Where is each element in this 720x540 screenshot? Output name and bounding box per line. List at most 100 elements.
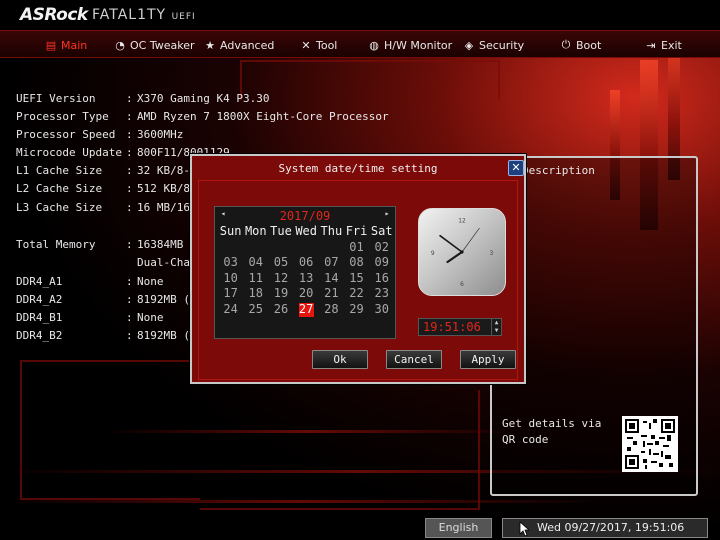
dialog-title: System date/time setting [278,162,438,175]
product-name: FATAL1TY [92,7,167,23]
product-suffix: UEFI [171,12,196,22]
main-nav: ▤ Main ◔ OC Tweaker ★ Advanced ✕ Tool ◍ … [0,30,720,58]
calendar-day[interactable]: 11 [243,271,268,287]
calendar-day[interactable]: 15 [344,271,369,287]
mouse-cursor-icon [519,521,529,537]
info-separator: : [126,311,133,324]
calendar-day[interactable]: 14 [319,271,344,287]
calendar-day[interactable]: 25 [243,302,268,318]
gauge-icon: ◍ [369,38,379,52]
ok-button[interactable]: Ok [312,350,368,369]
datetime-display[interactable]: Wed 09/27/2017, 19:51:06 [502,518,708,538]
calendar-day[interactable]: 21 [319,286,344,302]
calendar-day[interactable]: 09 [369,255,394,271]
calendar-day[interactable]: 24 [218,302,243,318]
calendar-day[interactable]: 03 [218,255,243,271]
qr-caption: Get details via QR code [502,417,602,446]
next-month-button[interactable]: ▸ [381,209,393,218]
spin-up-icon[interactable]: ▲ [492,319,501,327]
info-separator: : [126,92,133,105]
spin-down-icon[interactable]: ▼ [492,327,501,335]
star-icon: ★ [205,38,215,52]
calendar-day[interactable]: 02 [369,240,394,256]
tab-label: Exit [661,38,682,52]
clock-mark: 6 [460,282,464,288]
time-spinner[interactable]: ▲ ▼ [491,319,501,335]
info-key: Microcode Update [16,146,122,159]
info-value: None [137,275,164,288]
tab-label: Boot [576,38,602,52]
calendar-day[interactable]: 13 [294,271,319,287]
weekday-header: Wed [295,224,317,238]
calendar-day [319,240,344,256]
cancel-button[interactable]: Cancel [386,350,442,369]
analog-clock: 12 3 6 9 [418,208,506,296]
calendar-day[interactable]: 26 [268,302,293,318]
info-key: DDR4_A2 [16,293,63,306]
clock-mark: 9 [431,251,435,257]
calendar-day[interactable]: 18 [243,286,268,302]
language-button[interactable]: English [425,518,492,538]
weekday-header: Mon [244,224,267,238]
info-separator: : [126,201,133,214]
info-value: 3600MHz [137,128,184,141]
info-separator: : [126,164,133,177]
calendar-day[interactable]: 29 [344,302,369,318]
info-separator: : [126,128,133,141]
calendar-day[interactable]: 06 [294,255,319,271]
tab-security[interactable]: ◈ Security [463,34,524,56]
weekday-header: Fri [345,224,368,238]
power-icon: ⏻ [561,38,571,51]
calendar-day[interactable]: 28 [319,302,344,318]
tab-exit[interactable]: ⇥ Exit [645,34,682,56]
calendar-grid: Sun Mon Tue Wed Thu Fri Sat 01 02 03 04 05 06 07 08 09 1… [218,224,394,318]
tab-hw-monitor[interactable]: ◍ H/W Monitor [368,34,452,56]
info-separator: : [126,238,133,251]
info-key: DDR4_B1 [16,311,63,324]
info-separator: : [126,293,133,306]
info-key: Total Memory [16,238,96,251]
exit-icon: ⇥ [646,38,656,52]
tab-oc-tweaker[interactable]: ◔ OC Tweaker [114,34,195,56]
calendar-day[interactable]: 01 [344,240,369,256]
calendar-day[interactable]: 07 [319,255,344,271]
tab-label: Tool [316,38,338,52]
date-time-dialog: System date/time setting ✕ ◂ 2017/09 ▸ S… [190,154,526,384]
calendar-day[interactable]: 23 [369,286,394,302]
time-input[interactable]: 19:51:06 ▲ ▼ [418,318,502,336]
tab-label: OC Tweaker [130,38,195,52]
calendar-day[interactable]: 08 [344,255,369,271]
brand-logo: ASRock [20,5,88,25]
close-button[interactable]: ✕ [508,160,524,176]
clock-minute-hand [439,234,463,253]
qr-code [622,416,678,472]
tab-label: Main [61,38,88,52]
calendar-day[interactable]: 16 [369,271,394,287]
calendar-day[interactable]: 10 [218,271,243,287]
tab-advanced[interactable]: ★ Advanced [204,34,274,56]
tab-main[interactable]: ▤ Main [45,34,87,56]
info-key: DDR4_A1 [16,275,63,288]
calendar-day[interactable]: 30 [369,302,394,318]
tab-boot[interactable]: ⏻ Boot [560,34,602,56]
product-logo: FATAL1TY UEFI [92,7,196,23]
calendar-day[interactable]: 04 [243,255,268,271]
tab-tool[interactable]: ✕ Tool [300,34,337,56]
apply-button[interactable]: Apply [460,350,516,369]
weekday-header: Tue [270,224,292,238]
calendar-day [294,240,319,256]
calendar-day[interactable]: 12 [268,271,293,287]
info-key: UEFI Version [16,92,96,105]
clock-mark: 12 [458,219,466,225]
calendar-day[interactable]: 20 [294,286,319,302]
calendar-day[interactable]: 17 [218,286,243,302]
close-icon: ✕ [511,161,521,174]
clock-mark: 3 [489,251,493,257]
calendar-day[interactable]: 19 [268,286,293,302]
calendar-header: ◂ 2017/09 ▸ [215,209,395,225]
calendar-day[interactable]: 22 [344,286,369,302]
info-value: AMD Ryzen 7 1800X Eight-Core Processor [137,110,389,123]
calendar-day-selected[interactable]: 27 [298,303,314,317]
speedometer-icon: ◔ [115,38,125,52]
calendar-day[interactable]: 05 [268,255,293,271]
